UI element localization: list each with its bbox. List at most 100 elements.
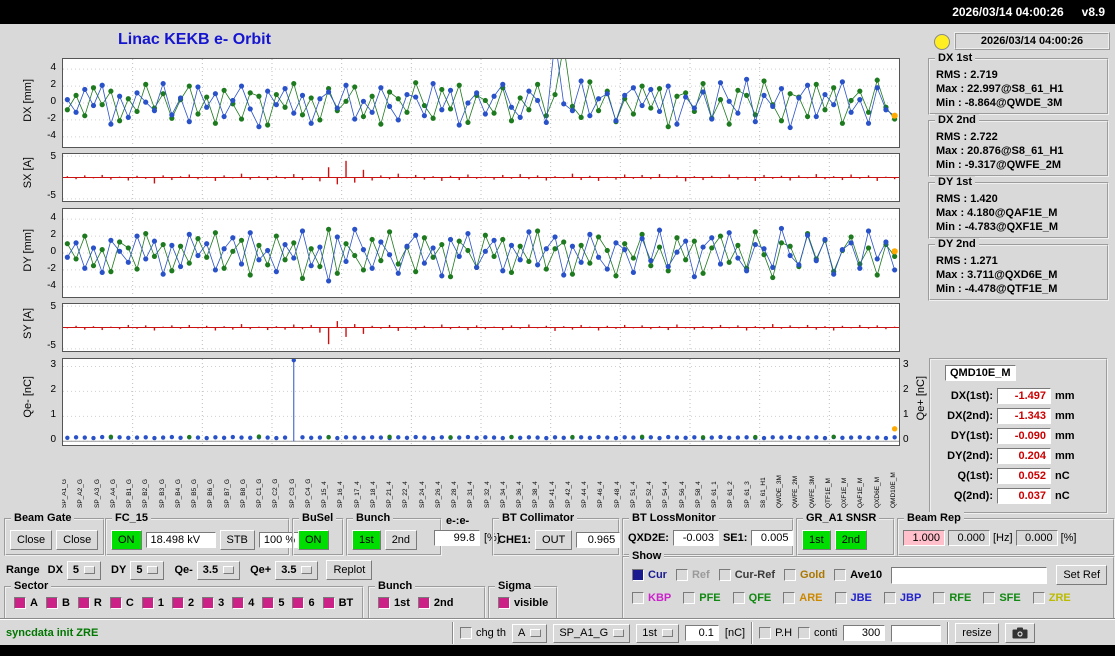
sector-select[interactable]: A [511, 623, 548, 643]
sector-checkbox[interactable]: 4 [232, 597, 254, 609]
region-checkbox[interactable]: QFE [732, 592, 771, 604]
snsr-1st-button[interactable]: 1st [802, 530, 831, 550]
sigma-visible-checkbox[interactable]: visible [498, 597, 548, 609]
bpm-label: SP_51_4 [630, 481, 637, 508]
bunch-2nd-button[interactable]: 2nd [384, 530, 418, 550]
checkbox-square [262, 597, 275, 609]
monitor-row: DX(2nd): -1.343 mm [935, 408, 1102, 424]
monitor-row: Q(2nd): 0.037 nC [935, 488, 1102, 504]
set-ref-button[interactable]: Set Ref [1056, 565, 1107, 585]
sector-checkbox[interactable]: 6 [292, 597, 315, 609]
checkbox-square [1032, 592, 1045, 604]
sector-checkbox[interactable]: BT [322, 597, 353, 609]
range-select-value: 3.5 [281, 564, 297, 576]
screenshot-button[interactable] [1004, 623, 1035, 643]
monitor-row-value: 0.204 [997, 448, 1051, 464]
show-layer-checkbox[interactable]: Ave10 [834, 569, 882, 581]
chg-th-checkbox[interactable]: chg th [460, 627, 506, 639]
busel-on-button[interactable]: ON [298, 530, 329, 550]
sector-checkbox[interactable]: C [109, 597, 134, 609]
bpm-label: SP_15_4 [322, 481, 328, 508]
sx-axis-ticks: 5 -5 [47, 151, 56, 201]
bpm-label: SP_46_4 [598, 481, 605, 508]
snsr-2nd-button[interactable]: 2nd [834, 530, 868, 550]
sigma-group: Sigma visible [488, 580, 558, 620]
dropdown-indicator-icon [661, 629, 673, 637]
bunch-checkbox[interactable]: 1st [378, 597, 410, 609]
stat-min: Min : -4.783@QXF1E_M [936, 221, 1058, 233]
range-select[interactable]: 5 [66, 560, 102, 580]
che1-out-button[interactable]: OUT [535, 530, 573, 550]
monitor-row-value: 0.037 [997, 488, 1051, 504]
region-checkbox[interactable]: SFE [983, 592, 1021, 604]
stat-rms: RMS : 1.271 [936, 255, 998, 267]
che1-label: CHE1: [498, 534, 532, 546]
checkbox-square [834, 592, 847, 604]
beam-gate-close-button-1[interactable]: Close [10, 530, 53, 550]
show-layer-checkbox[interactable]: Gold [784, 569, 825, 581]
fc15-stb-button[interactable]: STB [219, 530, 255, 550]
bpm-select[interactable]: SP_A1_G [553, 623, 631, 643]
region-checkbox[interactable]: ARE [783, 592, 823, 604]
bpm-label: QWFE_2M [793, 475, 800, 508]
charge-plot[interactable] [62, 358, 900, 446]
beam-gate-close-button-2[interactable]: Close [56, 530, 99, 550]
sector-checkbox[interactable]: B [45, 597, 70, 609]
bunch-1st-button[interactable]: 1st [352, 530, 381, 550]
checkbox-square [683, 592, 696, 604]
count-input[interactable]: 300 [843, 625, 886, 641]
range-select[interactable]: 3.5 [275, 560, 319, 580]
gr-snsr-group: GR_A1 SNSR 1st 2nd [796, 512, 895, 556]
threshold-input[interactable]: 0.1 [684, 625, 719, 641]
sector-checkbox[interactable]: 3 [202, 597, 224, 609]
bpm-label: SP_54_4 [663, 481, 670, 508]
conti-checkbox[interactable]: conti [798, 627, 837, 639]
bunch-checkbox[interactable]: 2nd [417, 597, 453, 609]
ph-checkbox[interactable]: P.H [759, 627, 792, 639]
region-checkbox[interactable]: RFE [933, 592, 971, 604]
region-checkbox[interactable]: JBP [883, 592, 921, 604]
checkbox-label: RFE [949, 592, 972, 604]
sector-checkbox[interactable]: 2 [171, 597, 195, 609]
checkbox-square [783, 592, 796, 604]
sector-checkbox[interactable]: 5 [262, 597, 284, 609]
gr-snsr-label: GR_A1 SNSR [803, 512, 880, 524]
checkbox-square [322, 597, 335, 609]
sx-steering-plot[interactable] [62, 153, 900, 202]
sector-checkbox[interactable]: 1 [141, 597, 164, 609]
checkbox-label: 2 [187, 597, 195, 609]
fc15-on-button[interactable]: ON [111, 530, 142, 550]
sy-steering-plot[interactable] [62, 303, 900, 352]
region-checkbox[interactable]: PFE [683, 592, 721, 604]
region-checkbox[interactable]: JBE [834, 592, 872, 604]
resize-button[interactable]: resize [955, 623, 999, 643]
se1-label: SE1: [722, 532, 748, 544]
bpm-label: SP_44_4 [582, 481, 588, 508]
region-checkbox[interactable]: ZRE [1032, 592, 1071, 604]
sx-axis-label: SX [A] [22, 157, 34, 189]
range-select[interactable]: 5 [130, 560, 165, 580]
beam-rep-group: Beam Rep 1.000 0.000 [Hz] 0.000 [%] [897, 512, 1115, 556]
show-layer-checkbox[interactable]: Cur [632, 569, 667, 581]
dx-orbit-plot[interactable] [62, 58, 900, 148]
set-ref-input[interactable] [891, 566, 1048, 584]
region-checkbox[interactable]: KBP [632, 592, 671, 604]
show-layer-checkbox[interactable]: Ref [675, 569, 710, 581]
show-layer-checkbox[interactable]: Cur-Ref [718, 569, 775, 581]
range-select-value: 3.5 [202, 564, 219, 576]
range-label: Range [6, 564, 40, 576]
beam-rep-pct-unit: [%] [1060, 532, 1077, 544]
aux-input[interactable] [891, 624, 942, 642]
sector-checkbox[interactable]: A [14, 597, 38, 609]
range-select[interactable]: 3.5 [196, 560, 241, 580]
bunch-order-select[interactable]: 1st [636, 623, 679, 643]
bpm-label: SP_B7_G [224, 479, 231, 508]
sector-checkbox[interactable]: R [77, 597, 102, 609]
dy-orbit-plot[interactable] [62, 208, 900, 298]
stat-min: Min : -4.478@QTF1E_M [936, 283, 1058, 295]
bpm-label: SP_22_4 [403, 481, 410, 508]
sector-label: Sector [11, 580, 52, 592]
bpm-label: QXD6E_M [874, 476, 881, 508]
monitor-row-unit: mm [1055, 390, 1075, 402]
replot-button[interactable]: Replot [326, 560, 373, 580]
